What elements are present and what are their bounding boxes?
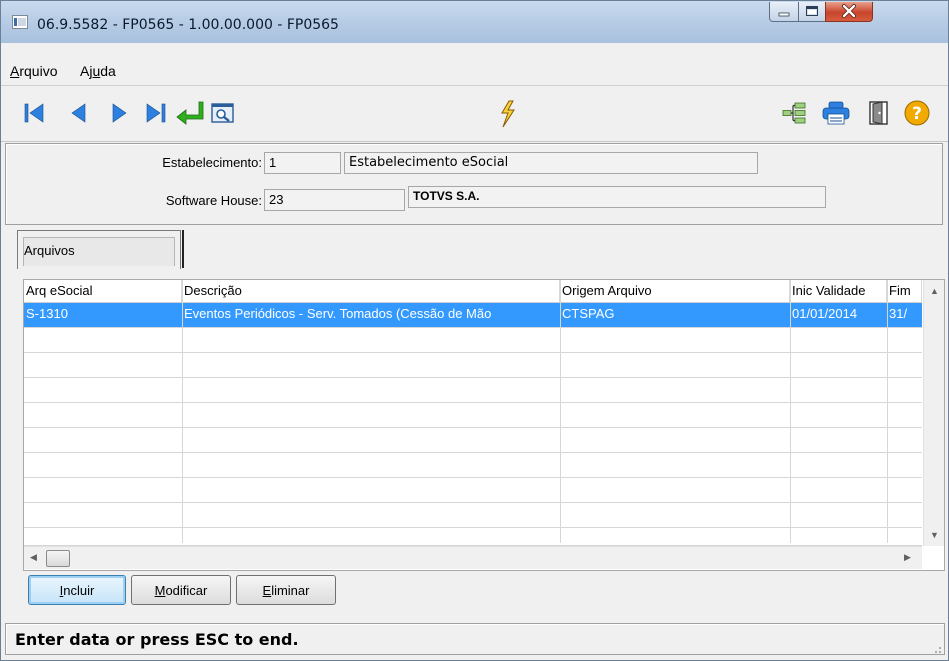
scroll-down-icon[interactable]: ▼ <box>930 530 939 540</box>
tab-arquivos-label: Arquivos <box>24 243 75 258</box>
vertical-scrollbar[interactable]: ▲ ▼ <box>923 280 944 546</box>
next-record-button[interactable] <box>105 99 133 127</box>
column-header-fim[interactable]: Fim <box>887 280 922 302</box>
exit-button[interactable] <box>867 99 895 127</box>
search-button[interactable] <box>209 99 237 127</box>
lightning-icon <box>501 100 515 128</box>
title-bar: 06.9.5582 - FP0565 - 1.00.00.000 - FP056… <box>1 1 948 43</box>
estabelecimento-code-field[interactable]: 1 <box>264 152 341 174</box>
cell-descricao: Eventos Periódicos - Serv. Tomados (Cess… <box>184 306 492 321</box>
incluir-button[interactable]: Incluir <box>28 575 126 605</box>
table-row[interactable]: S-1310 Eventos Periódicos - Serv. Tomado… <box>24 303 922 328</box>
menu-mnemonic: A <box>10 63 20 79</box>
print-button[interactable] <box>821 99 850 127</box>
exit-door-icon <box>869 101 888 125</box>
horizontal-scrollbar[interactable]: ◀ ▶ <box>24 546 922 569</box>
scroll-up-icon[interactable]: ▲ <box>930 286 939 296</box>
first-record-icon <box>24 103 44 123</box>
cell-inic-validade: 01/01/2014 <box>792 306 858 321</box>
search-window-icon <box>211 103 234 123</box>
eliminar-button[interactable]: Eliminar <box>236 575 336 605</box>
table-row-empty[interactable] <box>24 353 922 378</box>
files-grid[interactable]: Arq eSocial Descrição Origem Arquivo Ini… <box>23 279 945 571</box>
next-record-icon <box>112 103 127 123</box>
app-icon <box>12 15 28 29</box>
tree-view-button[interactable] <box>781 99 809 127</box>
button-mnemonic: M <box>154 583 166 598</box>
menu-label: rquivo <box>19 63 58 79</box>
software-house-desc-field: TOTVS S.A. <box>408 186 826 208</box>
last-record-icon <box>146 103 166 123</box>
first-record-button[interactable] <box>21 99 49 127</box>
close-icon <box>842 4 856 18</box>
estabelecimento-label: Estabelecimento: <box>162 155 262 170</box>
table-row-empty[interactable] <box>24 503 922 528</box>
minimize-icon <box>778 12 790 17</box>
estabelecimento-desc-field: Estabelecimento eSocial <box>344 152 758 174</box>
column-header-origem-arquivo[interactable]: Origem Arquivo <box>560 280 790 302</box>
button-label: ncluir <box>63 583 95 598</box>
menu-ajuda[interactable]: Ajuda <box>80 63 116 79</box>
horizontal-scroll-thumb[interactable] <box>46 550 70 567</box>
column-header-descricao[interactable]: Descrição <box>182 280 560 302</box>
column-divider <box>182 280 183 543</box>
menu-label: Aj <box>80 63 93 79</box>
app-window: 06.9.5582 - FP0565 - 1.00.00.000 - FP056… <box>0 0 949 661</box>
scroll-left-icon[interactable]: ◀ <box>30 552 37 563</box>
table-row-empty[interactable] <box>24 378 922 403</box>
scroll-right-icon[interactable]: ▶ <box>904 552 911 563</box>
software-house-label: Software House: <box>165 193 262 208</box>
table-row-empty[interactable] <box>24 403 922 428</box>
table-row-empty[interactable] <box>24 428 922 453</box>
goto-button[interactable] <box>175 99 204 127</box>
menu-label: da <box>100 63 116 79</box>
column-divider <box>790 280 791 543</box>
menu-arquivo[interactable]: Arquivo <box>10 63 57 79</box>
status-bar: Enter data or press ESC to end. <box>5 623 945 655</box>
table-row-empty[interactable] <box>24 453 922 478</box>
tab-separator <box>182 230 184 268</box>
help-icon: ? <box>904 100 930 126</box>
cell-fim: 31/ <box>889 306 908 321</box>
tab-arquivos[interactable]: Arquivos <box>17 230 181 269</box>
previous-record-icon <box>71 103 86 123</box>
printer-icon <box>822 101 850 125</box>
tree-structure-icon <box>782 102 806 124</box>
last-record-button[interactable] <box>142 99 170 127</box>
button-label: liminar <box>271 583 310 598</box>
enter-arrow-icon <box>176 101 204 125</box>
column-divider <box>560 280 561 543</box>
toolbar: ? <box>1 87 948 142</box>
table-row-empty[interactable] <box>24 478 922 503</box>
column-header-arq-esocial[interactable]: Arq eSocial <box>24 280 182 302</box>
minimize-button[interactable] <box>769 2 799 22</box>
resize-grip-icon[interactable] <box>932 642 942 653</box>
header-panel: Estabelecimento: 1 Estabelecimento eSoci… <box>5 143 943 225</box>
button-mnemonic: E <box>262 583 272 598</box>
close-button[interactable] <box>825 2 873 22</box>
window-title: 06.9.5582 - FP0565 - 1.00.00.000 - FP056… <box>37 17 339 33</box>
cell-origem-arquivo: CTSPAG <box>562 306 615 321</box>
table-row-empty[interactable] <box>24 328 922 353</box>
execute-button[interactable] <box>497 99 525 128</box>
button-label: odificar <box>165 583 208 598</box>
help-button[interactable]: ? <box>903 99 931 127</box>
software-house-code-field[interactable]: 23 <box>264 189 405 211</box>
menu-bar: Arquivo Ajuda <box>1 59 948 86</box>
column-divider <box>887 280 888 543</box>
modificar-button[interactable]: Modificar <box>131 575 231 605</box>
maximize-icon <box>806 6 818 16</box>
cell-arq-esocial: S-1310 <box>26 306 68 321</box>
maximize-button[interactable] <box>798 2 826 22</box>
column-header-inic-validade[interactable]: Inic Validade <box>790 280 887 302</box>
svg-text:?: ? <box>912 104 922 124</box>
tab-strip: Arquivos <box>5 227 941 269</box>
table-row-empty[interactable] <box>24 528 922 546</box>
status-text: Enter data or press ESC to end. <box>15 630 299 649</box>
previous-record-button[interactable] <box>65 99 93 127</box>
